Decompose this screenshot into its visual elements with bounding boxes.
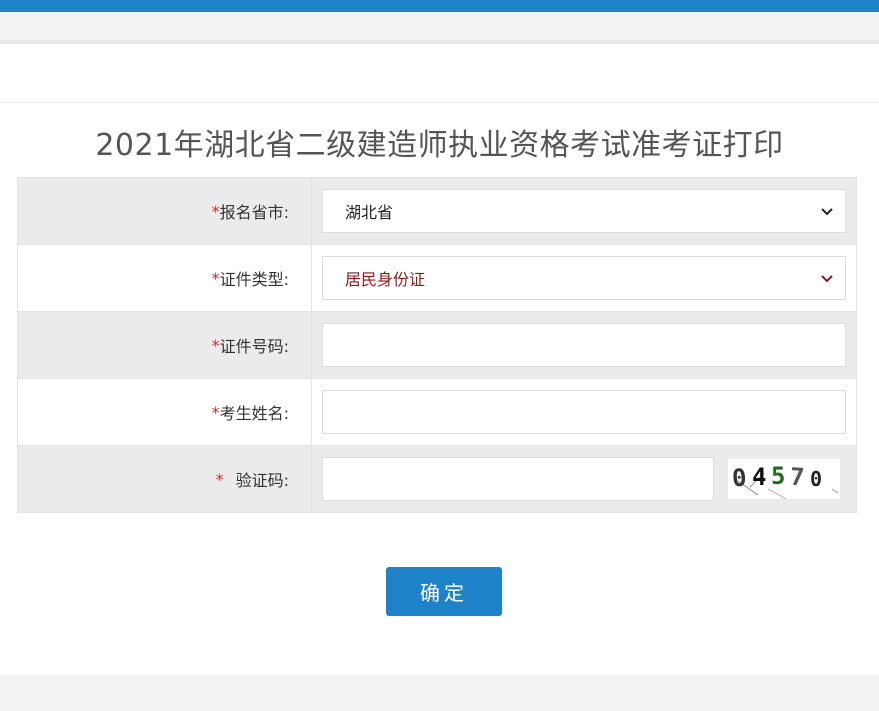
page-title: 2021年湖北省二级建造师执业资格考试准考证打印 bbox=[95, 128, 784, 163]
id-number-value-cell bbox=[312, 312, 856, 378]
admission-ticket-form: * 报名省市: 湖北省 * 证件类型: 居民身份证 * 证件号码: * 考生姓名… bbox=[17, 177, 857, 513]
required-mark: * bbox=[211, 268, 220, 288]
captcha-char: 5 bbox=[771, 462, 786, 490]
form-row-id-type: * 证件类型: 居民身份证 bbox=[18, 245, 856, 312]
chevron-down-icon bbox=[821, 275, 833, 283]
chevron-down-icon bbox=[821, 208, 833, 216]
name-value-cell bbox=[312, 379, 856, 445]
required-mark: * bbox=[215, 469, 224, 489]
page-footer bbox=[0, 675, 879, 711]
captcha-char: 7 bbox=[789, 462, 806, 492]
captcha-input[interactable] bbox=[322, 457, 714, 501]
form-row-name: * 考生姓名: bbox=[18, 379, 856, 446]
id-number-label-cell: * 证件号码: bbox=[18, 312, 312, 378]
captcha-value-cell: 0 4 5 7 0 bbox=[312, 446, 856, 512]
section-divider bbox=[0, 102, 879, 103]
id-type-select[interactable]: 居民身份证 bbox=[322, 256, 846, 300]
id-number-input[interactable] bbox=[322, 323, 846, 367]
captcha-char: 0 bbox=[731, 463, 748, 493]
captcha-char: 4 bbox=[752, 463, 767, 491]
captcha-image[interactable]: 0 4 5 7 0 bbox=[728, 459, 840, 499]
candidate-name-input[interactable] bbox=[322, 390, 846, 434]
required-mark: * bbox=[211, 402, 220, 422]
form-row-id-number: * 证件号码: bbox=[18, 312, 856, 379]
province-select[interactable]: 湖北省 bbox=[322, 189, 846, 233]
id-type-label-cell: * 证件类型: bbox=[18, 245, 312, 311]
form-row-captcha: * 验证码: 0 4 5 7 0 bbox=[18, 446, 856, 513]
province-select-value: 湖北省 bbox=[345, 203, 394, 222]
required-mark: * bbox=[211, 335, 220, 355]
sub-header-border bbox=[0, 40, 879, 44]
province-label: 报名省市: bbox=[219, 203, 289, 222]
name-label: 考生姓名: bbox=[219, 404, 289, 423]
province-label-cell: * 报名省市: bbox=[18, 178, 312, 244]
required-mark: * bbox=[211, 201, 220, 221]
name-label-cell: * 考生姓名: bbox=[18, 379, 312, 445]
captcha-label-cell: * 验证码: bbox=[18, 446, 312, 512]
form-row-province: * 报名省市: 湖北省 bbox=[18, 178, 856, 245]
id-number-label: 证件号码: bbox=[219, 337, 289, 356]
sub-header-bar bbox=[0, 12, 879, 40]
captcha-char: 0 bbox=[810, 467, 823, 491]
captcha-label: 验证码: bbox=[235, 471, 289, 490]
id-type-label: 证件类型: bbox=[219, 270, 289, 289]
id-type-value-cell: 居民身份证 bbox=[312, 245, 856, 311]
id-type-select-value: 居民身份证 bbox=[345, 270, 426, 289]
province-value-cell: 湖北省 bbox=[312, 178, 856, 244]
confirm-button[interactable]: 确定 bbox=[386, 567, 502, 616]
top-header-bar bbox=[0, 0, 879, 12]
